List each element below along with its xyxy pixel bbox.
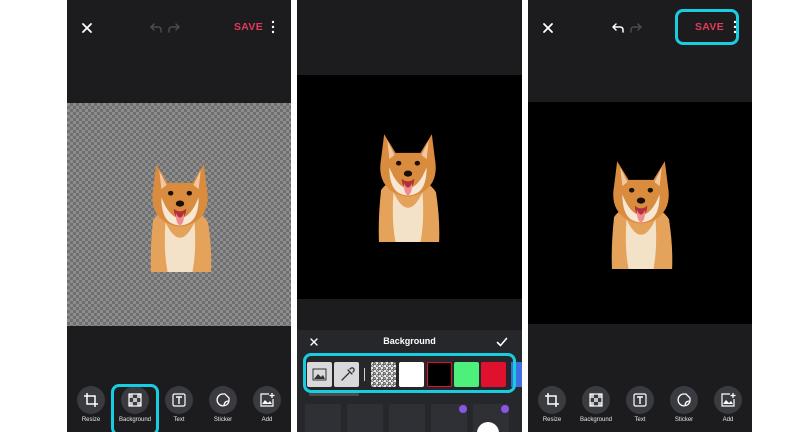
top-bar: SAVE [528, 0, 752, 58]
dog-image[interactable] [145, 158, 215, 272]
divider [364, 368, 365, 381]
canvas-black [528, 102, 752, 324]
tutorial-figure: SAVE Resize Background Text Sticker Add … [0, 0, 800, 432]
bottom-toolbar: Resize Background Text Sticker Add [67, 386, 291, 432]
tool-label: Resize [81, 417, 101, 423]
phone-screen-background-picker: Background [297, 0, 522, 432]
sticker-icon [216, 393, 230, 407]
tool-label: Background [579, 417, 613, 423]
color-picker-swatch[interactable] [334, 362, 359, 387]
background-tile[interactable] [389, 404, 425, 432]
tool-label: Add [722, 417, 734, 423]
background-icon [128, 393, 142, 407]
tool-label: Resize [542, 417, 562, 423]
tool-sticker[interactable]: Sticker [662, 386, 706, 423]
dog-image[interactable] [606, 155, 676, 269]
top-bar: SAVE [67, 0, 291, 58]
background-tile[interactable] [347, 404, 383, 432]
background-panel: Background [297, 330, 522, 432]
tool-resize[interactable]: Resize [69, 386, 113, 423]
red-swatch[interactable] [481, 362, 506, 387]
undo-icon[interactable] [611, 21, 625, 35]
crop-icon [84, 393, 98, 407]
phone-screen-editor-black: SAVE Resize Background Text Sticker Add [528, 0, 752, 432]
image-icon [312, 368, 327, 381]
add-image-icon [260, 393, 275, 407]
save-button[interactable]: SAVE [695, 21, 724, 33]
tool-background[interactable]: Background [574, 386, 618, 423]
premium-crown-icon [501, 405, 509, 413]
tool-label: Text [173, 417, 185, 423]
tool-add[interactable]: Add [706, 386, 750, 423]
panel-title: Background [383, 336, 436, 346]
transparent-swatch[interactable] [371, 362, 396, 387]
tool-resize[interactable]: Resize [530, 386, 574, 423]
canvas-transparent [67, 103, 291, 326]
sticker-icon [677, 393, 691, 407]
undo-icon[interactable] [149, 21, 163, 35]
redo-icon[interactable] [629, 21, 643, 35]
tool-text[interactable]: Text [618, 386, 662, 423]
tool-label: Sticker [674, 417, 694, 423]
eyedropper-icon [341, 367, 355, 381]
tool-sticker[interactable]: Sticker [201, 386, 245, 423]
tool-label: Background [118, 417, 152, 423]
check-icon[interactable] [496, 336, 508, 348]
bottom-toolbar: Resize Background Text Sticker Add [528, 386, 752, 432]
more-options-icon[interactable] [270, 19, 276, 35]
add-image-icon [721, 393, 736, 407]
tool-text[interactable]: Text [157, 386, 201, 423]
black-swatch[interactable] [427, 362, 452, 387]
tool-add[interactable]: Add [245, 386, 289, 423]
save-button[interactable]: SAVE [234, 21, 263, 33]
more-swatches-edge[interactable] [511, 362, 522, 387]
more-options-icon[interactable] [732, 19, 738, 35]
close-icon[interactable] [540, 20, 556, 36]
tool-label: Sticker [213, 417, 233, 423]
redo-icon[interactable] [167, 21, 181, 35]
green-swatch[interactable] [454, 362, 479, 387]
canvas-black [297, 75, 522, 299]
crop-icon [545, 393, 559, 407]
section-label [309, 393, 359, 396]
tool-label: Text [634, 417, 646, 423]
dog-image[interactable] [373, 128, 443, 242]
gallery-swatch[interactable] [307, 362, 332, 387]
premium-crown-icon [459, 405, 467, 413]
white-swatch[interactable] [399, 362, 424, 387]
background-tile[interactable] [305, 404, 341, 432]
text-icon [172, 393, 186, 407]
phone-screen-editor-transparent: SAVE Resize Background Text Sticker Add [67, 0, 291, 432]
tool-label: Add [261, 417, 273, 423]
text-icon [633, 393, 647, 407]
tool-background[interactable]: Background [113, 386, 157, 423]
background-icon [589, 393, 603, 407]
close-icon[interactable] [79, 20, 95, 36]
